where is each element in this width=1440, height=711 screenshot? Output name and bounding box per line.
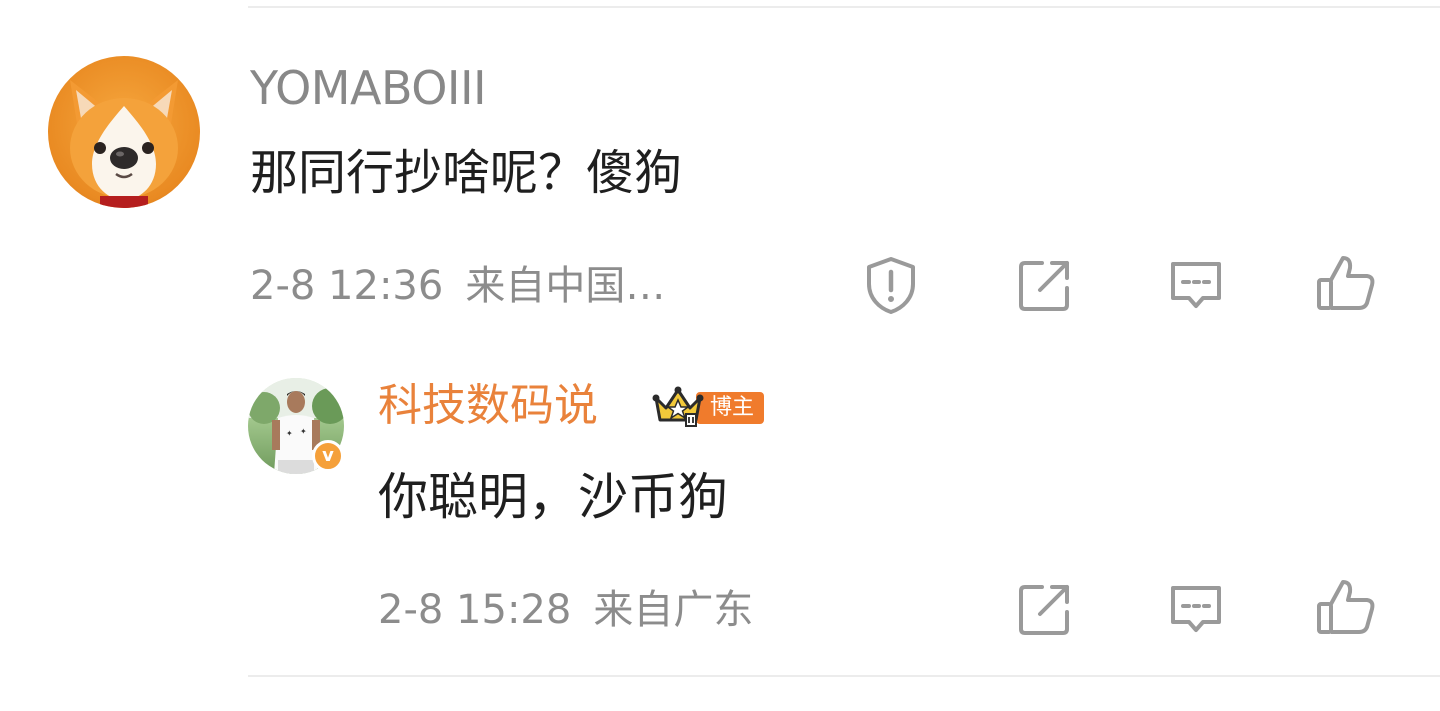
reply-icon — [1171, 262, 1221, 308]
comment-meta: 2-8 12:36 来自中国… — [250, 260, 665, 312]
svg-text:✦: ✦ — [286, 429, 293, 438]
corgi-avatar-icon — [70, 80, 178, 208]
report-icon — [867, 257, 915, 314]
reply-text: 你聪明，沙币狗 — [378, 468, 728, 526]
reply-meta: 2-8 15:28 来自广东 — [378, 584, 753, 636]
like-button[interactable] — [1313, 250, 1379, 316]
reply-username[interactable]: 科技数码说 — [378, 378, 598, 434]
reply-time: 2-8 15:28 — [378, 587, 572, 633]
reply-like-button[interactable] — [1313, 574, 1379, 640]
comment-username[interactable]: YOMABOIII — [250, 60, 487, 116]
top-divider — [248, 6, 1440, 8]
bottom-divider — [248, 675, 1440, 677]
share-icon — [1019, 261, 1069, 311]
svg-text:✦: ✦ — [300, 427, 307, 436]
reply-avatar[interactable]: ✦ ✦ v — [248, 378, 344, 474]
blogger-badge[interactable]: 博主 — [652, 386, 765, 428]
comment-location: 来自中国… — [465, 263, 666, 309]
share-button[interactable] — [1012, 252, 1078, 318]
verified-badge: v — [312, 440, 344, 472]
reply-icon — [1171, 586, 1221, 632]
comment-text: 那同行抄啥呢？傻狗 — [250, 145, 683, 201]
like-icon — [1317, 580, 1375, 634]
reply-location: 来自广东 — [593, 587, 754, 633]
avatar[interactable] — [48, 56, 200, 208]
share-icon — [1019, 585, 1069, 635]
like-icon — [1317, 256, 1375, 310]
blogger-badge-label: 博主 — [696, 392, 765, 424]
reply-reply-button[interactable] — [1163, 576, 1229, 642]
comment-time: 2-8 12:36 — [250, 263, 444, 309]
reply-share-button[interactable] — [1012, 576, 1078, 642]
report-button[interactable] — [858, 252, 924, 318]
crown-badge-icon — [652, 386, 704, 427]
reply-button[interactable] — [1163, 252, 1229, 318]
